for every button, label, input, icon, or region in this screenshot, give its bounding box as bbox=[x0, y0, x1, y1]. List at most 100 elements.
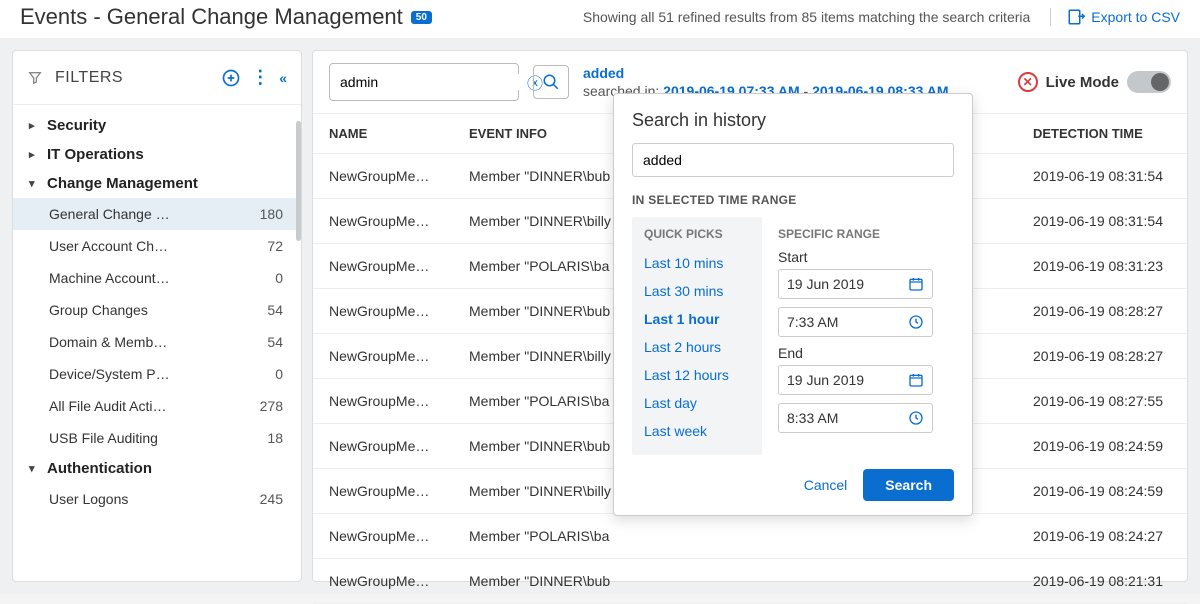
cell-name: NewGroupMem… bbox=[313, 514, 453, 559]
sidebar-item-label: User Logons bbox=[49, 491, 128, 507]
search-input[interactable] bbox=[340, 74, 521, 90]
start-time-input[interactable]: 7:33 AM bbox=[778, 307, 933, 337]
cell-name: NewGroupMem… bbox=[313, 244, 453, 289]
add-filter-icon[interactable] bbox=[221, 68, 241, 88]
sidebar-item-count: 278 bbox=[260, 398, 283, 414]
sidebar-item[interactable]: Device/System P… 0 bbox=[13, 358, 301, 390]
sidebar-item-label: USB File Auditing bbox=[49, 430, 158, 446]
calendar-icon bbox=[908, 276, 924, 292]
sidebar-item[interactable]: All File Audit Acti… 278 bbox=[13, 390, 301, 422]
chevron-right-icon bbox=[29, 119, 39, 132]
quick-pick-item[interactable]: Last 12 hours bbox=[644, 361, 750, 389]
search-history-popover: Search in history IN SELECTED TIME RANGE… bbox=[613, 93, 973, 516]
specific-range-header: SPECIFIC RANGE bbox=[778, 227, 954, 241]
sidebar-item[interactable]: User Logons 245 bbox=[13, 483, 301, 515]
table-row[interactable]: NewGroupMem…Member "DINNER\bub2019-06-19… bbox=[313, 559, 1187, 604]
clock-icon bbox=[908, 314, 924, 330]
sidebar-item[interactable]: USB File Auditing 18 bbox=[13, 422, 301, 454]
history-search-input[interactable] bbox=[632, 143, 954, 177]
sidebar-item-count: 245 bbox=[260, 491, 283, 507]
search-term-label: added bbox=[583, 65, 1004, 81]
cell-name: NewGroupMem… bbox=[313, 199, 453, 244]
cell-name: NewGroupMem… bbox=[313, 379, 453, 424]
cell-name: NewGroupMem… bbox=[313, 559, 453, 604]
cell-name: NewGroupMem… bbox=[313, 469, 453, 514]
sidebar-item-label: Machine Account… bbox=[49, 270, 170, 286]
filter-icon bbox=[27, 70, 43, 86]
quick-pick-item[interactable]: Last day bbox=[644, 389, 750, 417]
top-bar: Events - General Change Management 50 Sh… bbox=[0, 0, 1200, 38]
sidebar-item-label: User Account Ch… bbox=[49, 238, 168, 254]
filters-sidebar: FILTERS ⋮ « SecurityIT Operations Change … bbox=[12, 50, 302, 582]
sidebar-section[interactable]: Security bbox=[13, 111, 301, 140]
page-title: Events - General Change Management bbox=[20, 4, 403, 30]
sidebar-section-label: Change Management bbox=[47, 175, 198, 192]
collapse-sidebar-icon[interactable]: « bbox=[279, 70, 287, 86]
col-name-header[interactable]: NAME bbox=[313, 114, 453, 154]
quick-pick-item[interactable]: Last 1 hour bbox=[644, 305, 750, 333]
end-time-input[interactable]: 8:33 AM bbox=[778, 403, 933, 433]
end-date-input[interactable]: 19 Jun 2019 bbox=[778, 365, 933, 395]
sidebar-item-count: 0 bbox=[275, 366, 283, 382]
cell-time: 2019-06-19 08:31:54 bbox=[1017, 154, 1187, 199]
sidebar-item[interactable]: Machine Account…0 bbox=[13, 262, 301, 294]
table-row[interactable]: NewGroupMem…Member "POLARIS\ba2019-06-19… bbox=[313, 514, 1187, 559]
end-label: End bbox=[778, 345, 954, 361]
close-live-icon[interactable]: ✕ bbox=[1018, 72, 1038, 92]
cell-time: 2019-06-19 08:28:27 bbox=[1017, 289, 1187, 334]
quick-picks-header: QUICK PICKS bbox=[644, 227, 750, 241]
cell-time: 2019-06-19 08:24:59 bbox=[1017, 469, 1187, 514]
sidebar-item-count: 180 bbox=[260, 206, 283, 222]
sidebar-item-label: Group Changes bbox=[49, 302, 148, 318]
cell-time: 2019-06-19 08:31:54 bbox=[1017, 199, 1187, 244]
quick-pick-item[interactable]: Last week bbox=[644, 417, 750, 445]
cell-info: Member "POLARIS\ba bbox=[453, 514, 1017, 559]
quick-pick-item[interactable]: Last 30 mins bbox=[644, 277, 750, 305]
export-csv-button[interactable]: Export to CSV bbox=[1050, 8, 1180, 26]
export-label: Export to CSV bbox=[1091, 9, 1180, 25]
start-label: Start bbox=[778, 249, 954, 265]
cell-name: NewGroupMem… bbox=[313, 154, 453, 199]
sidebar-section[interactable]: Change Management bbox=[13, 169, 301, 198]
search-submit-button[interactable]: Search bbox=[863, 469, 954, 501]
search-box[interactable]: ⓧ bbox=[329, 63, 519, 101]
sidebar-item[interactable]: Domain & Memb…54 bbox=[13, 326, 301, 358]
cell-name: NewGroupMem… bbox=[313, 334, 453, 379]
time-range-section-label: IN SELECTED TIME RANGE bbox=[632, 193, 954, 207]
quick-pick-item[interactable]: Last 2 hours bbox=[644, 333, 750, 361]
more-icon[interactable]: ⋮ bbox=[251, 67, 269, 88]
content-panel: ⓧ added searched in: 2019-06-19 07:33 AM… bbox=[312, 50, 1188, 582]
cancel-button[interactable]: Cancel bbox=[804, 477, 848, 493]
sidebar-item[interactable]: Group Changes 54 bbox=[13, 294, 301, 326]
popover-title: Search in history bbox=[632, 110, 954, 131]
sidebar-item-count: 18 bbox=[267, 430, 283, 446]
cell-name: NewGroupMem… bbox=[313, 289, 453, 334]
sidebar-item[interactable]: General Change … 180 bbox=[13, 198, 301, 230]
cell-time: 2019-06-19 08:28:27 bbox=[1017, 334, 1187, 379]
cell-info: Member "DINNER\bub bbox=[453, 559, 1017, 604]
sidebar-item-label: General Change … bbox=[49, 206, 170, 222]
scrollbar-thumb[interactable] bbox=[296, 121, 301, 241]
sidebar-item-count: 72 bbox=[267, 238, 283, 254]
clock-icon bbox=[908, 410, 924, 426]
cell-time: 2019-06-19 08:21:31 bbox=[1017, 559, 1187, 604]
results-summary: Showing all 51 refined results from 85 i… bbox=[583, 9, 1030, 25]
sidebar-item-count: 54 bbox=[267, 302, 283, 318]
page-badge: 50 bbox=[411, 11, 432, 24]
cell-time: 2019-06-19 08:31:23 bbox=[1017, 244, 1187, 289]
start-date-input[interactable]: 19 Jun 2019 bbox=[778, 269, 933, 299]
cell-time: 2019-06-19 08:24:27 bbox=[1017, 514, 1187, 559]
chevron-down-icon bbox=[29, 462, 39, 475]
col-time-header[interactable]: DETECTION TIME bbox=[1017, 114, 1187, 154]
filters-title: FILTERS bbox=[55, 69, 123, 87]
sidebar-item-label: Device/System P… bbox=[49, 366, 170, 382]
sidebar-section[interactable]: IT Operations bbox=[13, 140, 301, 169]
search-button[interactable] bbox=[533, 65, 569, 99]
quick-pick-item[interactable]: Last 10 mins bbox=[644, 249, 750, 277]
sidebar-item-label: All File Audit Acti… bbox=[49, 398, 167, 414]
live-mode-toggle[interactable] bbox=[1127, 71, 1171, 93]
cell-name: NewGroupMem… bbox=[313, 424, 453, 469]
live-mode-label: Live Mode bbox=[1046, 74, 1119, 91]
sidebar-item[interactable]: User Account Ch… 72 bbox=[13, 230, 301, 262]
sidebar-section[interactable]: Authentication bbox=[13, 454, 301, 483]
